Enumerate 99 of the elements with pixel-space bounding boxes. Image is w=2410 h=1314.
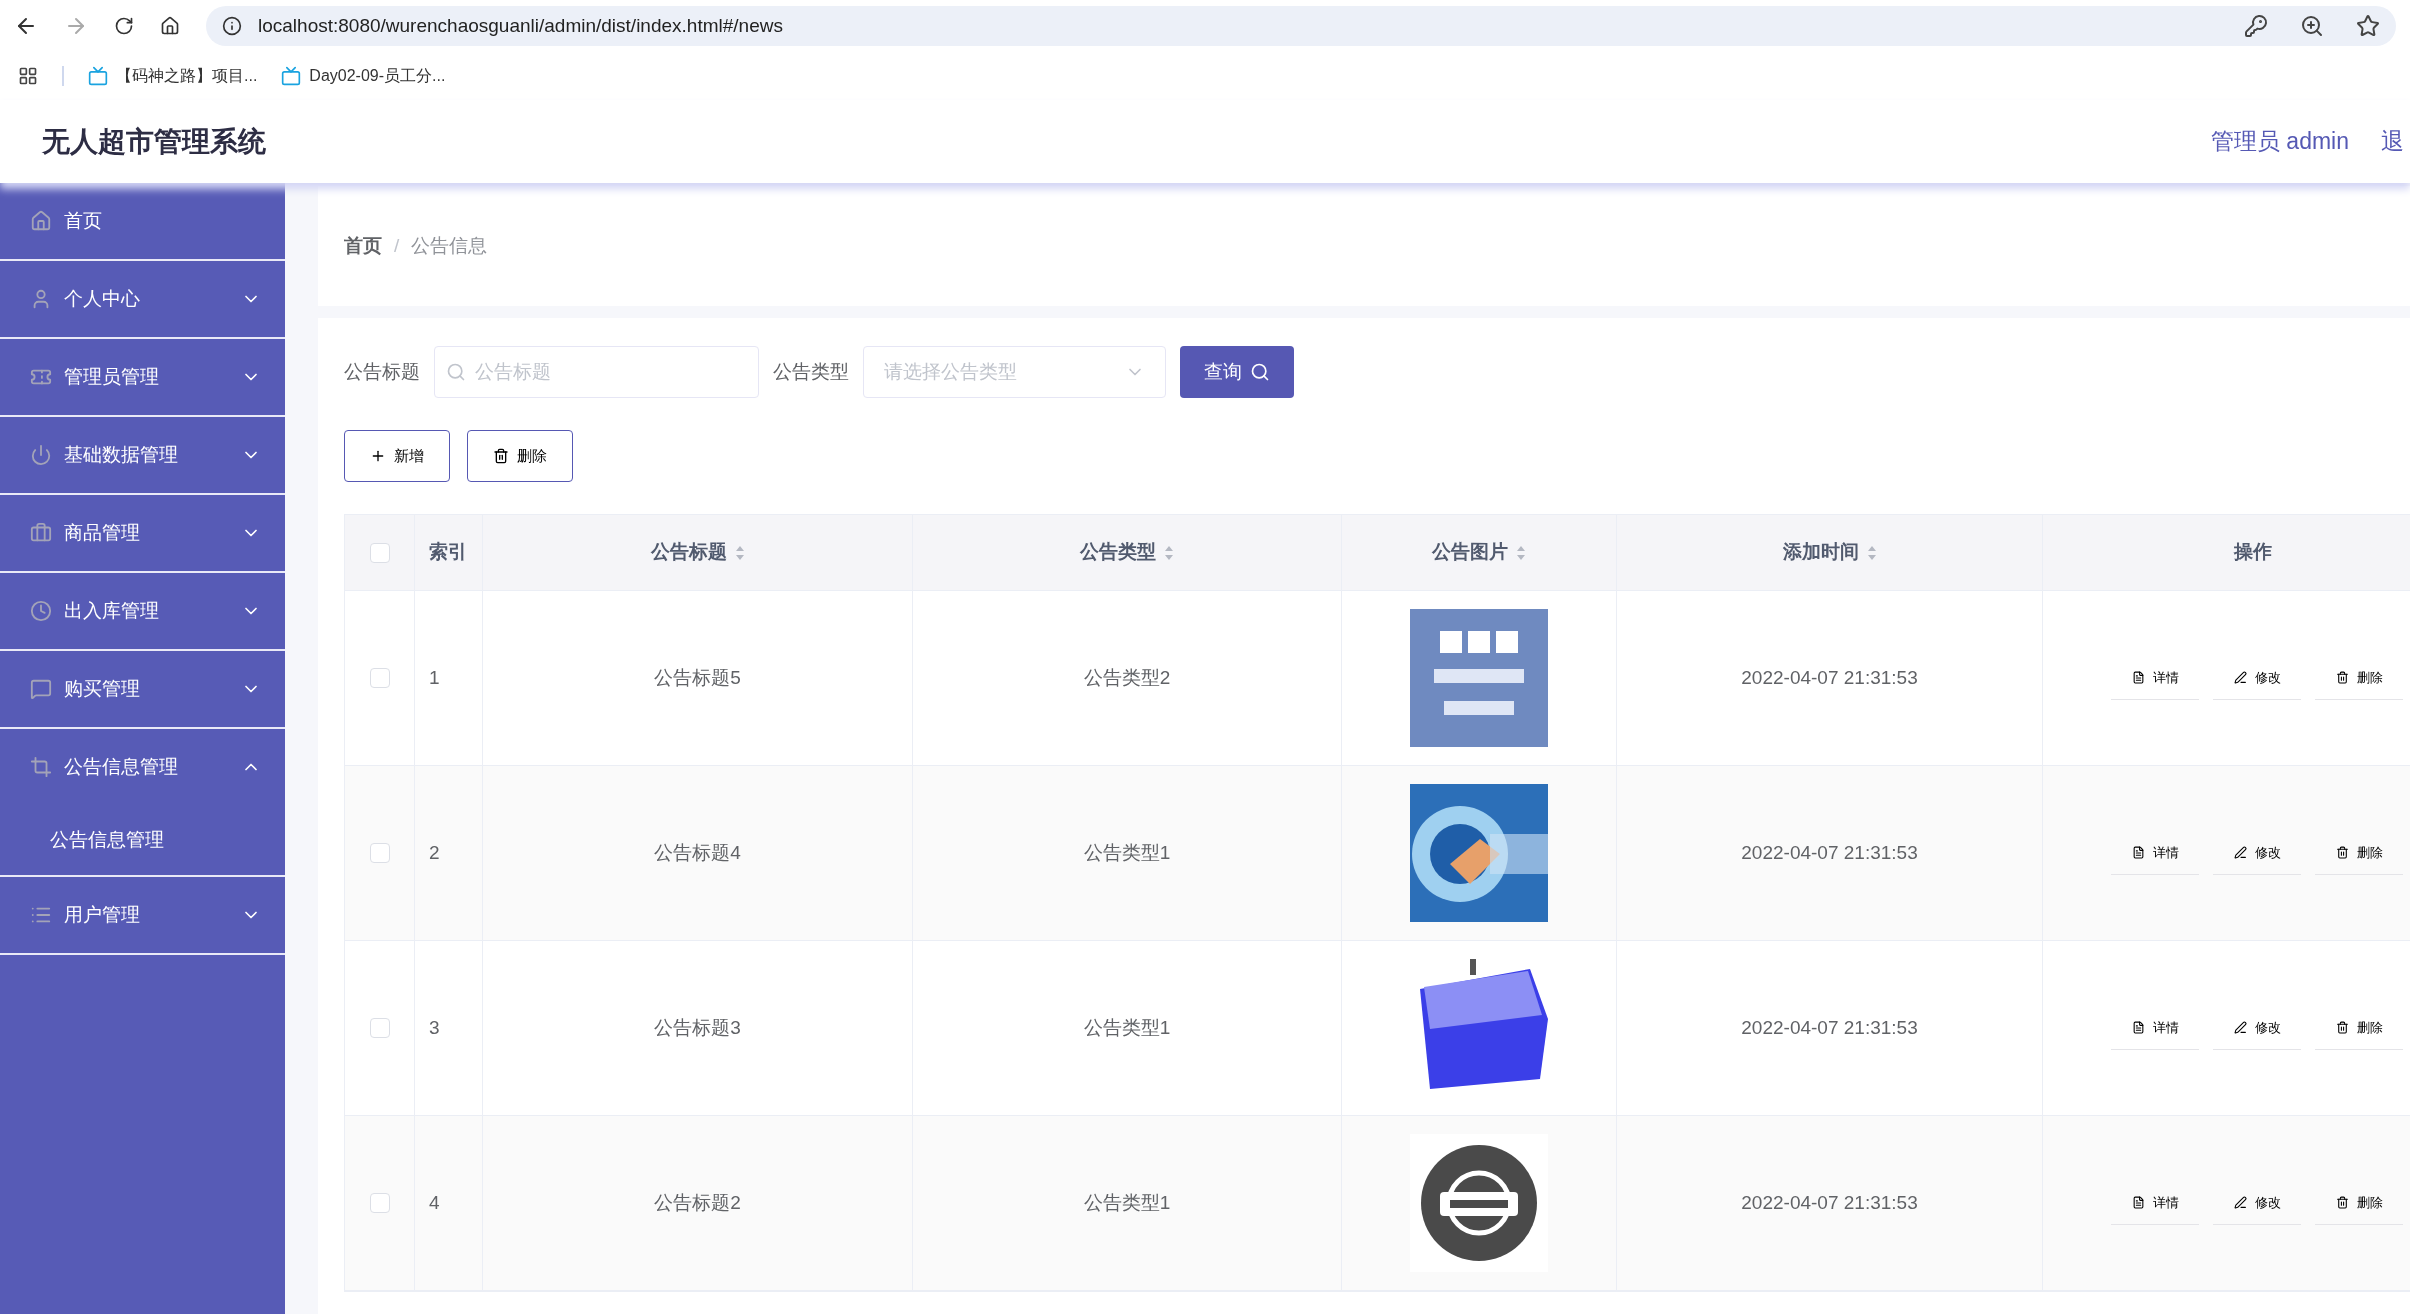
apps-icon[interactable]: [18, 66, 38, 86]
breadcrumb-link[interactable]: 首页: [344, 231, 382, 261]
table-cell-text: 公告标题5: [654, 665, 741, 690]
table-cell-text: 4: [429, 1190, 440, 1215]
submenu-item[interactable]: 公告信息管理: [0, 805, 285, 875]
sidebar-item[interactable]: 购买管理: [0, 651, 285, 727]
home-icon[interactable]: [160, 16, 180, 36]
table-cell-text: 2022-04-07 21:31:53: [1741, 1190, 1918, 1215]
trash-icon: [493, 448, 509, 464]
filter-label: 公告类型: [773, 359, 849, 384]
column-header[interactable]: 公告标题: [650, 538, 745, 567]
table-cell-text: 2: [429, 840, 440, 865]
action-button[interactable]: 删除: [2315, 656, 2403, 700]
sidebar-item[interactable]: 个人中心: [0, 261, 285, 337]
clock-icon: [30, 600, 52, 622]
power-icon: [30, 444, 52, 466]
table-cell-text: 公告类型2: [1083, 665, 1171, 690]
search-button[interactable]: 查询: [1180, 346, 1294, 398]
breadcrumb-separator: /: [394, 233, 400, 258]
url-text: localhost:8080/wurenchaosguanli/admin/dist/index.html#/news: [258, 13, 783, 38]
table-cell-text: 2022-04-07 21:31:53: [1741, 840, 1918, 865]
column-header[interactable]: 添加时间: [1782, 538, 1877, 567]
trash-icon: [2335, 1021, 2349, 1034]
crop-icon: [30, 756, 52, 778]
table-cell-text: 公告类型1: [1083, 840, 1171, 865]
document-icon: [2131, 1196, 2145, 1209]
reload-icon[interactable]: [114, 16, 134, 36]
document-icon: [2131, 846, 2145, 859]
trash-icon: [2335, 846, 2349, 859]
sidebar-item[interactable]: 首页: [0, 183, 285, 259]
action-button[interactable]: 修改: [2213, 656, 2301, 700]
sort-icon: [1866, 544, 1877, 561]
filter-label: 公告标题: [344, 359, 420, 384]
action-button[interactable]: 详情: [2111, 1181, 2199, 1225]
sort-icon: [1164, 544, 1174, 561]
briefcase-icon: [30, 522, 52, 544]
pen-icon: [2233, 846, 2247, 859]
chat-icon: [30, 678, 52, 700]
sidebar-item[interactable]: 管理员管理: [0, 339, 285, 415]
sidebar-item[interactable]: 出入库管理: [0, 573, 285, 649]
sort-icon: [734, 544, 745, 561]
table-cell-text: 2022-04-07 21:31:53: [1741, 665, 1918, 690]
action-button[interactable]: 删除: [2315, 1181, 2403, 1225]
search-icon: [1250, 362, 1270, 382]
logout-link[interactable]: 退: [2381, 124, 2404, 159]
key-icon[interactable]: [2244, 14, 2268, 38]
user-name: 管理员 admin: [2210, 127, 2349, 157]
table-cell-text: 公告标题4: [654, 840, 741, 865]
table-cell-text: 3: [429, 1015, 440, 1040]
column-header[interactable]: 公告类型: [1080, 538, 1174, 567]
table-cell-text: 公告类型1: [1083, 1190, 1171, 1215]
row-checkbox[interactable]: [369, 1018, 390, 1038]
select-all-checkbox[interactable]: [369, 542, 390, 563]
table-cell-text: 1: [429, 665, 440, 690]
address-bar[interactable]: localhost:8080/wurenchaosguanli/admin/dist/index.html#/news: [206, 6, 2396, 46]
table-cell-text: 公告类型1: [1083, 1015, 1171, 1040]
add-button[interactable]: 新增: [344, 430, 450, 482]
sidebar-item[interactable]: 商品管理: [0, 495, 285, 571]
action-button[interactable]: 详情: [2111, 656, 2199, 700]
sidebar-item[interactable]: 公告信息管理: [0, 729, 285, 805]
row-checkbox[interactable]: [369, 843, 390, 863]
column-header: 操作: [2233, 540, 2272, 565]
action-button[interactable]: 删除: [2315, 1006, 2403, 1050]
action-button[interactable]: 修改: [2213, 1181, 2301, 1225]
action-button[interactable]: 详情: [2111, 831, 2199, 875]
home-icon: [30, 210, 52, 232]
row-checkbox[interactable]: [369, 668, 390, 688]
search-icon: [446, 362, 466, 382]
sidebar-item[interactable]: 用户管理: [0, 877, 285, 953]
trash-icon: [2335, 1196, 2349, 1209]
document-icon: [2131, 1021, 2145, 1034]
title-field[interactable]: 公告标题: [434, 346, 759, 398]
bookmark-link[interactable]: Day02-09-员工分...: [281, 64, 446, 88]
action-button[interactable]: 详情: [2111, 1006, 2199, 1050]
row-checkbox[interactable]: [369, 1193, 390, 1213]
table-cell-text: 公告标题2: [654, 1190, 741, 1215]
column-header: 索引: [429, 540, 467, 565]
pen-icon: [2233, 1021, 2247, 1034]
pen-icon: [2233, 671, 2247, 684]
table-cell-text: 公告标题3: [654, 1015, 741, 1040]
sort-icon: [1516, 544, 1526, 561]
table-cell-text: 2022-04-07 21:31:53: [1741, 1015, 1918, 1040]
action-button[interactable]: 删除: [2315, 831, 2403, 875]
info-icon: [222, 16, 242, 36]
star-icon[interactable]: [2356, 14, 2380, 38]
sidebar-item[interactable]: 基础数据管理: [0, 417, 285, 493]
trash-icon: [2335, 671, 2349, 684]
app-title: 无人超市管理系统: [42, 124, 266, 159]
bookmark-link[interactable]: 【码神之路】项目...: [88, 64, 258, 88]
zoom-icon[interactable]: [2300, 14, 2324, 38]
plus-icon: [370, 448, 386, 464]
column-header[interactable]: 公告图片: [1432, 538, 1526, 567]
tv-icon: [281, 66, 302, 86]
delete-button[interactable]: 删除: [467, 430, 573, 482]
action-button[interactable]: 修改: [2213, 1006, 2301, 1050]
document-icon: [2131, 671, 2145, 684]
tv-icon: [88, 66, 108, 86]
pen-icon: [2233, 1196, 2247, 1209]
action-button[interactable]: 修改: [2213, 831, 2301, 875]
